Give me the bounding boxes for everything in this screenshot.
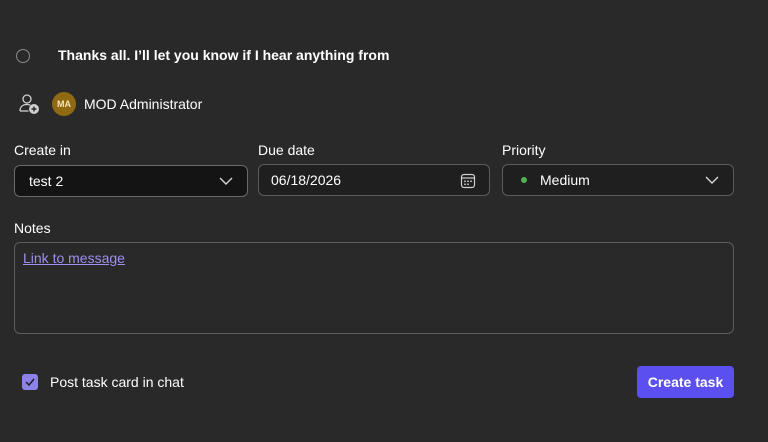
create-in-dropdown[interactable]: test 2 <box>14 165 248 197</box>
task-title-row <box>16 45 30 67</box>
assign-person-icon[interactable] <box>18 93 40 115</box>
priority-label: Priority <box>502 142 546 158</box>
priority-value: Medium <box>540 172 590 188</box>
link-to-message[interactable]: Link to message <box>23 250 125 266</box>
due-date-value: 06/18/2026 <box>271 172 342 188</box>
due-date-label: Due date <box>258 142 315 158</box>
priority-dropdown[interactable]: Medium <box>502 164 734 196</box>
calendar-icon[interactable] <box>460 173 476 189</box>
assignee-name: MOD Administrator <box>84 96 203 112</box>
complete-task-circle-icon[interactable] <box>16 49 30 63</box>
create-in-value: test 2 <box>29 173 64 189</box>
notes-label: Notes <box>14 220 51 236</box>
post-task-card-label[interactable]: Post task card in chat <box>50 374 184 390</box>
chevron-down-icon <box>705 176 719 184</box>
avatar: MA <box>52 92 76 116</box>
priority-dot-icon <box>521 177 527 183</box>
due-date-input[interactable]: 06/18/2026 <box>258 164 490 196</box>
create-task-dialog: Thanks all. I’ll let you know if I hear … <box>0 0 768 442</box>
create-in-label: Create in <box>14 142 71 158</box>
notes-textarea[interactable]: Link to message <box>14 242 734 334</box>
create-task-button[interactable]: Create task <box>637 366 734 398</box>
checkmark-icon <box>25 378 35 386</box>
avatar-initials: MA <box>57 99 71 109</box>
post-task-card-checkbox[interactable] <box>22 374 38 390</box>
chevron-down-icon <box>219 177 233 185</box>
task-title[interactable]: Thanks all. I’ll let you know if I hear … <box>58 47 389 63</box>
